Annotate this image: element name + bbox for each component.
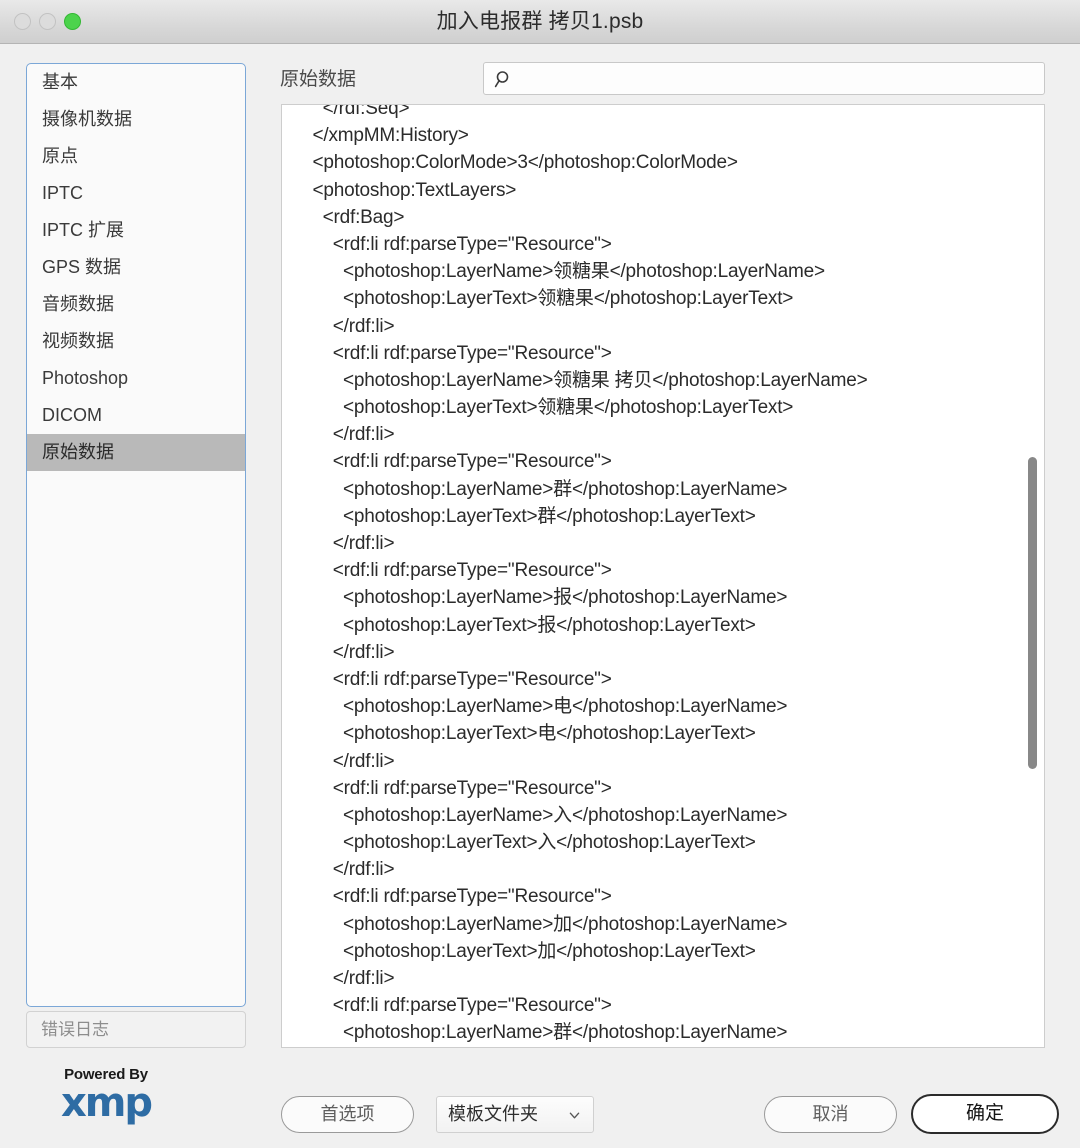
raw-data-viewer[interactable]: </rdf:Seq> </xmpMM:History> <photoshop:C… [281, 104, 1045, 1048]
xml-line: <rdf:li rdf:parseType="Resource"> [282, 777, 612, 799]
xml-line: <photoshop:LayerName>群</photoshop:LayerN… [282, 478, 788, 500]
xml-line: <photoshop:LayerName>领糖果</photoshop:Laye… [282, 261, 825, 283]
chevron-down-icon [569, 1112, 580, 1119]
sidebar-item-6[interactable]: 音频数据 [27, 286, 245, 323]
window-titlebar: 加入电报群 拷贝1.psb [0, 0, 1080, 44]
xml-line: <rdf:Bag> [282, 206, 405, 228]
xml-line: <rdf:li rdf:parseType="Resource"> [282, 668, 612, 690]
xml-line: <photoshop:LayerText>加</photoshop:LayerT… [282, 940, 756, 962]
sidebar-item-1[interactable]: 摄像机数据 [27, 101, 245, 138]
xml-line: <rdf:li rdf:parseType="Resource"> [282, 995, 612, 1017]
xmp-wordmark: xmp [60, 1080, 153, 1126]
xml-line: <rdf:li rdf:parseType="Resource"> [282, 342, 612, 364]
search-input[interactable] [520, 63, 1040, 94]
cancel-button[interactable]: 取消 [764, 1096, 897, 1133]
metadata-section-list[interactable]: 基本 摄像机数据 原点 IPTC IPTC 扩展 GPS 数据 音频数据 视频数据 Photos… [26, 63, 246, 1007]
xmp-logo: Powered By xmp [26, 1066, 186, 1132]
xml-line: <photoshop:LayerName>群</photoshop:LayerN… [282, 1022, 788, 1044]
xml-line: <photoshop:LayerText>领糖果</photoshop:Laye… [282, 288, 794, 310]
xml-line: <rdf:li rdf:parseType="Resource"> [282, 233, 612, 255]
xml-line: <photoshop:ColorMode>3</photoshop:ColorM… [282, 152, 738, 174]
template-folder-label: 模板文件夹 [448, 1104, 538, 1124]
preferences-button[interactable]: 首选项 [281, 1096, 414, 1133]
ok-button[interactable]: 确定 [911, 1094, 1059, 1134]
raw-data-text: </rdf:Seq> </xmpMM:History> <photoshop:C… [282, 104, 1044, 1047]
sidebar-item-4[interactable]: IPTC 扩展 [27, 212, 245, 249]
xml-line: <photoshop:LayerName>领糖果 拷贝</photoshop:L… [282, 369, 868, 391]
xml-line: </rdf:li> [282, 968, 395, 989]
xml-line: <rdf:li rdf:parseType="Resource"> [282, 451, 612, 473]
xml-line: <photoshop:LayerText>群</photoshop:LayerT… [282, 505, 756, 527]
xml-line: </rdf:li> [282, 424, 395, 446]
sidebar-item-2[interactable]: 原点 [27, 138, 245, 175]
xml-line: <photoshop:LayerName>加</photoshop:LayerN… [282, 913, 788, 935]
error-log-button[interactable]: 错误日志 [26, 1011, 246, 1048]
xml-line: <photoshop:LayerText>报</photoshop:LayerT… [282, 614, 756, 636]
window-title: 加入电报群 拷贝1.psb [436, 10, 644, 33]
xml-line: </rdf:li> [282, 641, 395, 663]
template-folder-dropdown[interactable]: 模板文件夹 [436, 1096, 594, 1133]
sidebar-item-7[interactable]: 视频数据 [27, 323, 245, 360]
pane-title: 原始数据 [280, 69, 357, 90]
xml-line: <photoshop:LayerText>入</photoshop:LayerT… [282, 832, 756, 854]
xml-line: </rdf:li> [282, 750, 395, 772]
xml-line: <photoshop:LayerName>电</photoshop:LayerN… [282, 696, 788, 718]
vertical-scrollbar[interactable] [1027, 107, 1041, 1047]
xml-line: <photoshop:LayerText>电</photoshop:LayerT… [282, 723, 756, 745]
sidebar-item-5[interactable]: GPS 数据 [27, 249, 245, 286]
sidebar-item-3[interactable]: IPTC [27, 175, 245, 212]
xml-line: </rdf:li> [282, 315, 395, 337]
xml-line: <photoshop:LayerText>领糖果</photoshop:Laye… [282, 397, 794, 419]
xml-line: </rdf:li> [282, 533, 395, 554]
xml-line: </rdf:Seq> [282, 104, 410, 119]
xml-line: <photoshop:TextLayers> [282, 179, 517, 201]
xml-line: </xmpMM:History> [282, 125, 469, 147]
xmp-metadata-dialog: 加入电报群 拷贝1.psb 基本 摄像机数据 原点 IPTC IPTC 扩展 GPS 数据… [0, 0, 1080, 1148]
sidebar-item-8[interactable]: Photoshop [27, 360, 245, 397]
xml-line: <photoshop:LayerName>报</photoshop:LayerN… [282, 587, 788, 609]
search-field[interactable] [483, 62, 1045, 95]
search-icon [494, 71, 509, 88]
scrollbar-thumb[interactable] [1028, 457, 1037, 769]
xml-line: <photoshop:LayerName>入</photoshop:LayerN… [282, 804, 788, 826]
xml-line: <rdf:li rdf:parseType="Resource"> [282, 560, 612, 582]
xml-line: <rdf:li rdf:parseType="Resource"> [282, 886, 612, 908]
sidebar-item-0[interactable]: 基本 [27, 64, 245, 101]
sidebar-item-9[interactable]: DICOM [27, 397, 245, 434]
xml-line: </rdf:li> [282, 859, 395, 881]
sidebar-item-10[interactable]: 原始数据 [27, 434, 245, 471]
